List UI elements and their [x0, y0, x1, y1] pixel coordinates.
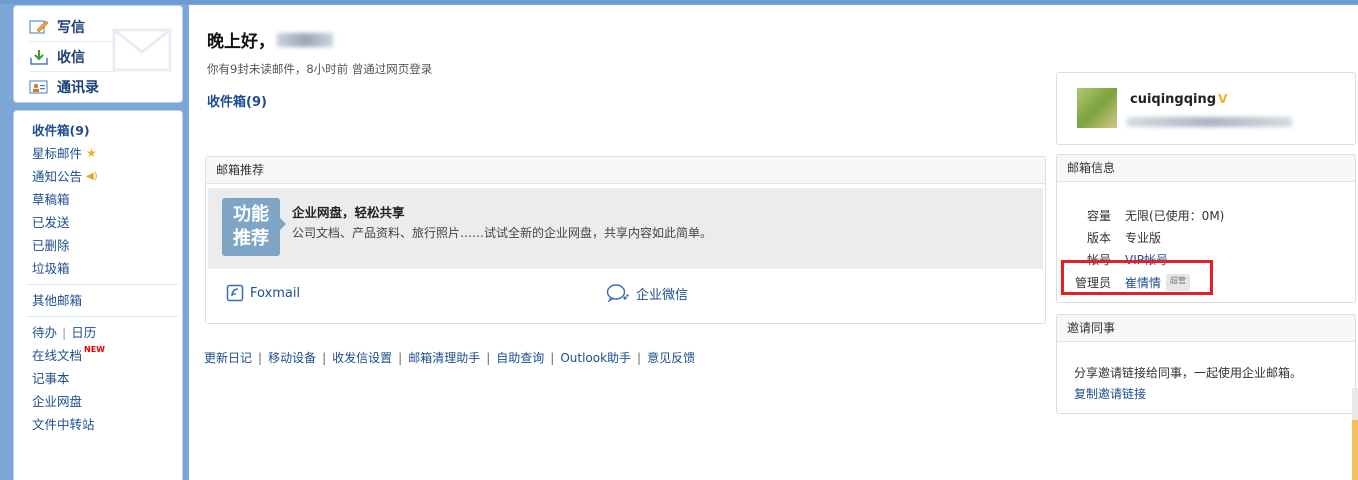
inbox-link[interactable]: 收件箱(9) — [207, 91, 267, 110]
footer-link-feedback[interactable]: 意见反馈 — [647, 349, 695, 366]
star-icon: ★ — [86, 146, 97, 160]
new-badge: NEW — [84, 345, 105, 354]
invite-text: 分享邀请链接给同事，一起使用企业邮箱。 — [1074, 366, 1303, 380]
folder-other-mailbox[interactable]: 其他邮箱 — [32, 289, 182, 312]
app-links: Foxmail 企业微信 — [206, 269, 1045, 317]
invite-title: 邀请同事 — [1057, 315, 1355, 342]
contacts-icon — [29, 79, 49, 95]
footer-link-cleanup[interactable]: 邮箱清理助手 — [408, 349, 480, 366]
separator: | — [322, 350, 327, 365]
footer-link-mobile[interactable]: 移动设备 — [268, 349, 316, 366]
edition-value: 专业版 — [1125, 231, 1162, 245]
footer-link-outlook[interactable]: Outlook助手 — [560, 349, 631, 366]
blurred-name — [277, 32, 333, 47]
recommend-panel: 邮箱推荐 功能 推荐 企业网盘，轻松共享 公司文档、产品资料、旅行照片……试试全… — [205, 156, 1046, 324]
footer-links: 更新日记 | 移动设备 | 收发信设置 | 邮箱清理助手 | 自助查询 | Outlook… — [204, 349, 695, 366]
invite-panel: 邀请同事 分享邀请链接给同事，一起使用企业邮箱。 复制邀请链接 — [1056, 314, 1356, 414]
promo-title: 企业网盘，轻松共享 — [292, 205, 405, 220]
receive-button[interactable]: 收信 — [29, 42, 114, 72]
notes-link[interactable]: 记事本 — [32, 367, 182, 390]
highlight-box — [1061, 260, 1213, 295]
folder-notices[interactable]: 通知公告 ◀) — [32, 165, 182, 188]
quick-actions-box: 写信 收信 通讯录 — [13, 5, 183, 103]
promo-description: 公司文档、产品资料、旅行照片……试试全新的企业网盘，共享内容如此简单。 — [292, 226, 713, 240]
drive-link[interactable]: 企业网盘 — [32, 390, 182, 413]
contacts-label: 通讯录 — [57, 80, 99, 96]
receive-label: 收信 — [57, 49, 85, 66]
capacity-value: 无限(已使用：0M) — [1125, 209, 1225, 223]
folder-starred-label: 星标邮件 — [32, 146, 83, 161]
separator: | — [486, 350, 491, 365]
wecom-label: 企业微信 — [636, 287, 689, 303]
separator: | — [637, 350, 642, 365]
mailbox-info-title: 邮箱信息 — [1057, 155, 1355, 182]
folder-starred[interactable]: 星标邮件 ★ — [32, 142, 182, 165]
envelope-watermark-icon — [112, 28, 172, 72]
file-transfer-link[interactable]: 文件中转站 — [32, 413, 182, 436]
side-widget-edge[interactable] — [1352, 420, 1358, 480]
foxmail-link[interactable]: Foxmail — [226, 284, 606, 302]
compose-button[interactable]: 写信 — [29, 12, 114, 42]
folder-drafts[interactable]: 草稿箱 — [32, 188, 182, 211]
folder-divider — [28, 284, 178, 285]
folder-divider — [28, 316, 178, 317]
edition-row: 版本 专业版 — [1061, 229, 1161, 246]
receive-icon — [29, 49, 49, 65]
folder-spam[interactable]: 垃圾箱 — [32, 257, 182, 280]
foxmail-icon — [226, 284, 244, 302]
speaker-icon: ◀) — [86, 171, 98, 182]
folder-deleted[interactable]: 已删除 — [32, 234, 182, 257]
online-docs-label: 在线文档 — [32, 348, 83, 363]
vip-icon: V — [1218, 92, 1228, 106]
todo-calendar-row: 待办 | 日历 — [32, 321, 182, 344]
separator: | — [258, 350, 263, 365]
greeting: 晚上好， — [207, 27, 333, 52]
feature-badge-line2: 推荐 — [233, 228, 269, 249]
separator: | — [62, 325, 67, 340]
capacity-label: 容量 — [1086, 209, 1111, 223]
footer-link-selfquery[interactable]: 自助查询 — [496, 349, 544, 366]
foxmail-label: Foxmail — [250, 285, 301, 301]
todo-link[interactable]: 待办 — [32, 321, 57, 344]
separator: | — [550, 350, 555, 365]
copy-invite-link[interactable]: 复制邀请链接 — [1074, 385, 1146, 402]
feature-badge-line1: 功能 — [233, 204, 269, 225]
wecom-icon — [606, 284, 629, 303]
compose-label: 写信 — [57, 19, 85, 36]
folder-inbox[interactable]: 收件箱(9) — [32, 119, 182, 142]
promo-banner[interactable]: 功能 推荐 企业网盘，轻松共享 公司文档、产品资料、旅行照片……试试全新的企业网… — [208, 188, 1043, 269]
avatar[interactable] — [1077, 88, 1117, 128]
footer-link-changelog[interactable]: 更新日记 — [204, 349, 252, 366]
folder-sent[interactable]: 已发送 — [32, 211, 182, 234]
capacity-row: 容量 无限(已使用：0M) — [1061, 207, 1224, 224]
main-content: 晚上好， 你有9封未读邮件，8小时前 曾通过网页登录 收件箱(9) 邮箱推荐 功… — [189, 5, 1358, 480]
edition-label: 版本 — [1086, 231, 1111, 245]
compose-icon — [29, 19, 49, 35]
top-strip — [0, 0, 1358, 4]
separator: | — [398, 350, 403, 365]
profile-card: cuiqingqing V — [1056, 72, 1356, 145]
wecom-link[interactable]: 企业微信 — [606, 283, 688, 303]
username-text: cuiqingqing — [1130, 92, 1217, 107]
folder-list: 收件箱(9) 星标邮件 ★ 通知公告 ◀) 草稿箱 已发送 已删除 垃圾箱 其他邮箱… — [13, 110, 183, 480]
blurred-email — [1127, 117, 1292, 127]
footer-link-settings[interactable]: 收发信设置 — [332, 349, 392, 366]
online-docs-link[interactable]: 在线文档 NEW — [32, 344, 182, 367]
login-info: 你有9封未读邮件，8小时前 曾通过网页登录 — [207, 62, 433, 76]
recommend-title: 邮箱推荐 — [206, 157, 1045, 184]
feature-badge: 功能 推荐 — [222, 198, 286, 256]
greeting-text: 晚上好， — [207, 32, 275, 52]
folder-notices-label: 通知公告 — [32, 169, 83, 184]
contacts-button[interactable]: 通讯录 — [29, 72, 114, 102]
username: cuiqingqing V — [1130, 92, 1227, 107]
